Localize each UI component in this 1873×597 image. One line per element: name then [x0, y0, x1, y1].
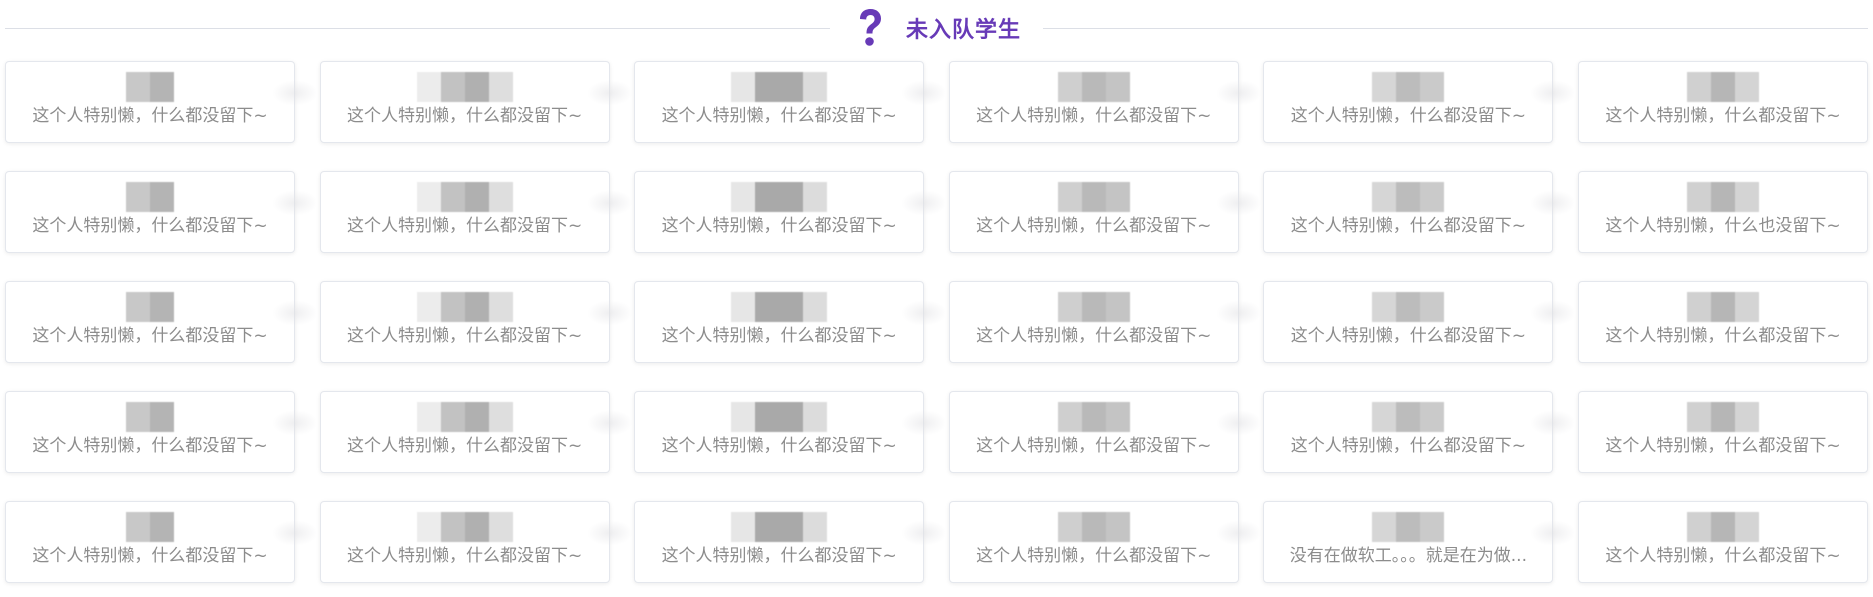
student-card[interactable]: 这个人特别懒，什么都没留下~: [319, 391, 633, 473]
student-bio: 这个人特别懒，什么都没留下~: [1605, 546, 1841, 566]
student-bio: 这个人特别懒，什么都没留下~: [1605, 326, 1841, 346]
student-card[interactable]: 没有在做软工。。。就是在为做...: [1263, 501, 1577, 583]
student-name-blurred: [1057, 72, 1130, 102]
student-card[interactable]: 这个人特别懒，什么都没留下~: [1577, 501, 1868, 583]
student-name-blurred: [416, 402, 513, 432]
student-bio: 这个人特别懒，什么都没留下~: [976, 436, 1212, 456]
student-card[interactable]: 这个人特别懒，什么都没留下~: [5, 61, 318, 143]
student-card[interactable]: 这个人特别懒，什么也没留下~: [1577, 171, 1868, 253]
student-name-blurred: [1057, 402, 1130, 432]
student-name-blurred: [126, 512, 174, 542]
student-name-blurred: [1686, 402, 1759, 432]
student-bio: 这个人特别懒，什么都没留下~: [346, 106, 583, 126]
section-title-group: 未入队学生: [830, 8, 1043, 48]
student-bio: 这个人特别懒，什么都没留下~: [661, 216, 897, 236]
student-card[interactable]: 这个人特别懒，什么都没留下~: [634, 501, 948, 583]
student-bio: 这个人特别懒，什么都没留下~: [976, 216, 1212, 236]
student-card[interactable]: 这个人特别懒，什么都没留下~: [319, 281, 633, 363]
student-card[interactable]: 这个人特别懒，什么都没留下~: [1577, 391, 1868, 473]
student-bio: 这个人特别懒，什么都没留下~: [346, 326, 583, 346]
student-card[interactable]: 这个人特别懒，什么都没留下~: [319, 171, 633, 253]
student-card-grid: 这个人特别懒，什么都没留下~ 这个人特别懒，什么都没留下~ 这个人特别懒，什么都没留…: [5, 61, 1868, 583]
student-bio: 这个人特别懒，什么都没留下~: [1290, 216, 1526, 236]
student-bio: 这个人特别懒，什么都没留下~: [32, 436, 268, 456]
student-name-blurred: [1372, 512, 1445, 542]
student-name-blurred: [1057, 292, 1130, 322]
student-name-blurred: [1686, 292, 1759, 322]
student-card[interactable]: 这个人特别懒，什么都没留下~: [948, 501, 1262, 583]
student-card[interactable]: 这个人特别懒，什么都没留下~: [1263, 171, 1577, 253]
student-name-blurred: [126, 402, 174, 432]
student-bio: 这个人特别懒，什么都没留下~: [346, 546, 583, 566]
student-bio: 这个人特别懒，什么都没留下~: [32, 106, 268, 126]
student-name-blurred: [1686, 182, 1759, 212]
student-name-blurred: [731, 182, 828, 212]
student-bio: 这个人特别懒，什么都没留下~: [32, 546, 268, 566]
student-name-blurred: [1057, 182, 1130, 212]
student-card[interactable]: 这个人特别懒，什么都没留下~: [634, 391, 948, 473]
student-card[interactable]: 这个人特别懒，什么都没留下~: [948, 61, 1262, 143]
divider-line-right: [1043, 27, 1869, 29]
student-card[interactable]: 这个人特别懒，什么都没留下~: [5, 171, 318, 253]
section-header: 未入队学生: [5, 6, 1869, 50]
student-card[interactable]: 这个人特别懒，什么都没留下~: [1263, 61, 1577, 143]
section-title: 未入队学生: [906, 18, 1022, 43]
student-name-blurred: [731, 292, 828, 322]
student-bio: 这个人特别懒，什么都没留下~: [1290, 326, 1526, 346]
student-name-blurred: [1686, 512, 1759, 542]
student-bio: 这个人特别懒，什么都没留下~: [1290, 106, 1526, 126]
student-card[interactable]: 这个人特别懒，什么都没留下~: [634, 171, 948, 253]
student-name-blurred: [1057, 512, 1130, 542]
student-card[interactable]: 这个人特别懒，什么都没留下~: [5, 281, 318, 363]
student-card[interactable]: 这个人特别懒，什么都没留下~: [948, 391, 1262, 473]
student-name-blurred: [416, 72, 513, 102]
student-bio: 这个人特别懒，什么都没留下~: [976, 546, 1212, 566]
student-bio: 这个人特别懒，什么也没留下~: [1605, 216, 1841, 236]
student-name-blurred: [1372, 292, 1445, 322]
student-card[interactable]: 这个人特别懒，什么都没留下~: [319, 61, 633, 143]
student-card[interactable]: 这个人特别懒，什么都没留下~: [634, 61, 948, 143]
student-card[interactable]: 这个人特别懒，什么都没留下~: [319, 501, 633, 583]
student-name-blurred: [731, 402, 828, 432]
student-card[interactable]: 这个人特别懒，什么都没留下~: [948, 281, 1262, 363]
student-card[interactable]: 这个人特别懒，什么都没留下~: [5, 391, 318, 473]
student-card[interactable]: 这个人特别懒，什么都没留下~: [634, 281, 948, 363]
student-bio: 这个人特别懒，什么都没留下~: [346, 436, 583, 456]
student-name-blurred: [731, 512, 828, 542]
student-bio: 这个人特别懒，什么都没留下~: [32, 216, 268, 236]
student-bio: 这个人特别懒，什么都没留下~: [976, 106, 1212, 126]
student-card[interactable]: 这个人特别懒，什么都没留下~: [5, 501, 318, 583]
student-bio: 这个人特别懒，什么都没留下~: [661, 546, 897, 566]
student-bio: 这个人特别懒，什么都没留下~: [1605, 436, 1841, 456]
student-name-blurred: [126, 182, 174, 212]
student-name-blurred: [1372, 72, 1445, 102]
student-card[interactable]: 这个人特别懒，什么都没留下~: [1263, 391, 1577, 473]
student-card[interactable]: 这个人特别懒，什么都没留下~: [1577, 281, 1868, 363]
student-name-blurred: [416, 292, 513, 322]
student-bio: 这个人特别懒，什么都没留下~: [661, 106, 897, 126]
student-name-blurred: [416, 512, 513, 542]
student-name-blurred: [1686, 72, 1759, 102]
divider-line-left: [5, 27, 830, 29]
student-bio: 这个人特别懒，什么都没留下~: [1605, 106, 1841, 126]
student-bio: 这个人特别懒，什么都没留下~: [1290, 436, 1526, 456]
student-bio: 这个人特别懒，什么都没留下~: [976, 326, 1212, 346]
student-name-blurred: [416, 182, 513, 212]
student-name-blurred: [731, 72, 828, 102]
student-bio: 没有在做软工。。。就是在为做...: [1289, 546, 1527, 566]
student-card[interactable]: 这个人特别懒，什么都没留下~: [948, 171, 1262, 253]
student-name-blurred: [126, 72, 174, 102]
student-name-blurred: [1372, 182, 1445, 212]
student-name-blurred: [1372, 402, 1445, 432]
student-card[interactable]: 这个人特别懒，什么都没留下~: [1263, 281, 1577, 363]
student-bio: 这个人特别懒，什么都没留下~: [346, 216, 583, 236]
student-bio: 这个人特别懒，什么都没留下~: [32, 326, 268, 346]
student-name-blurred: [126, 292, 174, 322]
student-bio: 这个人特别懒，什么都没留下~: [661, 436, 897, 456]
student-bio: 这个人特别懒，什么都没留下~: [661, 326, 897, 346]
question-mark-icon: [856, 8, 884, 48]
student-card[interactable]: 这个人特别懒，什么都没留下~: [1577, 61, 1868, 143]
